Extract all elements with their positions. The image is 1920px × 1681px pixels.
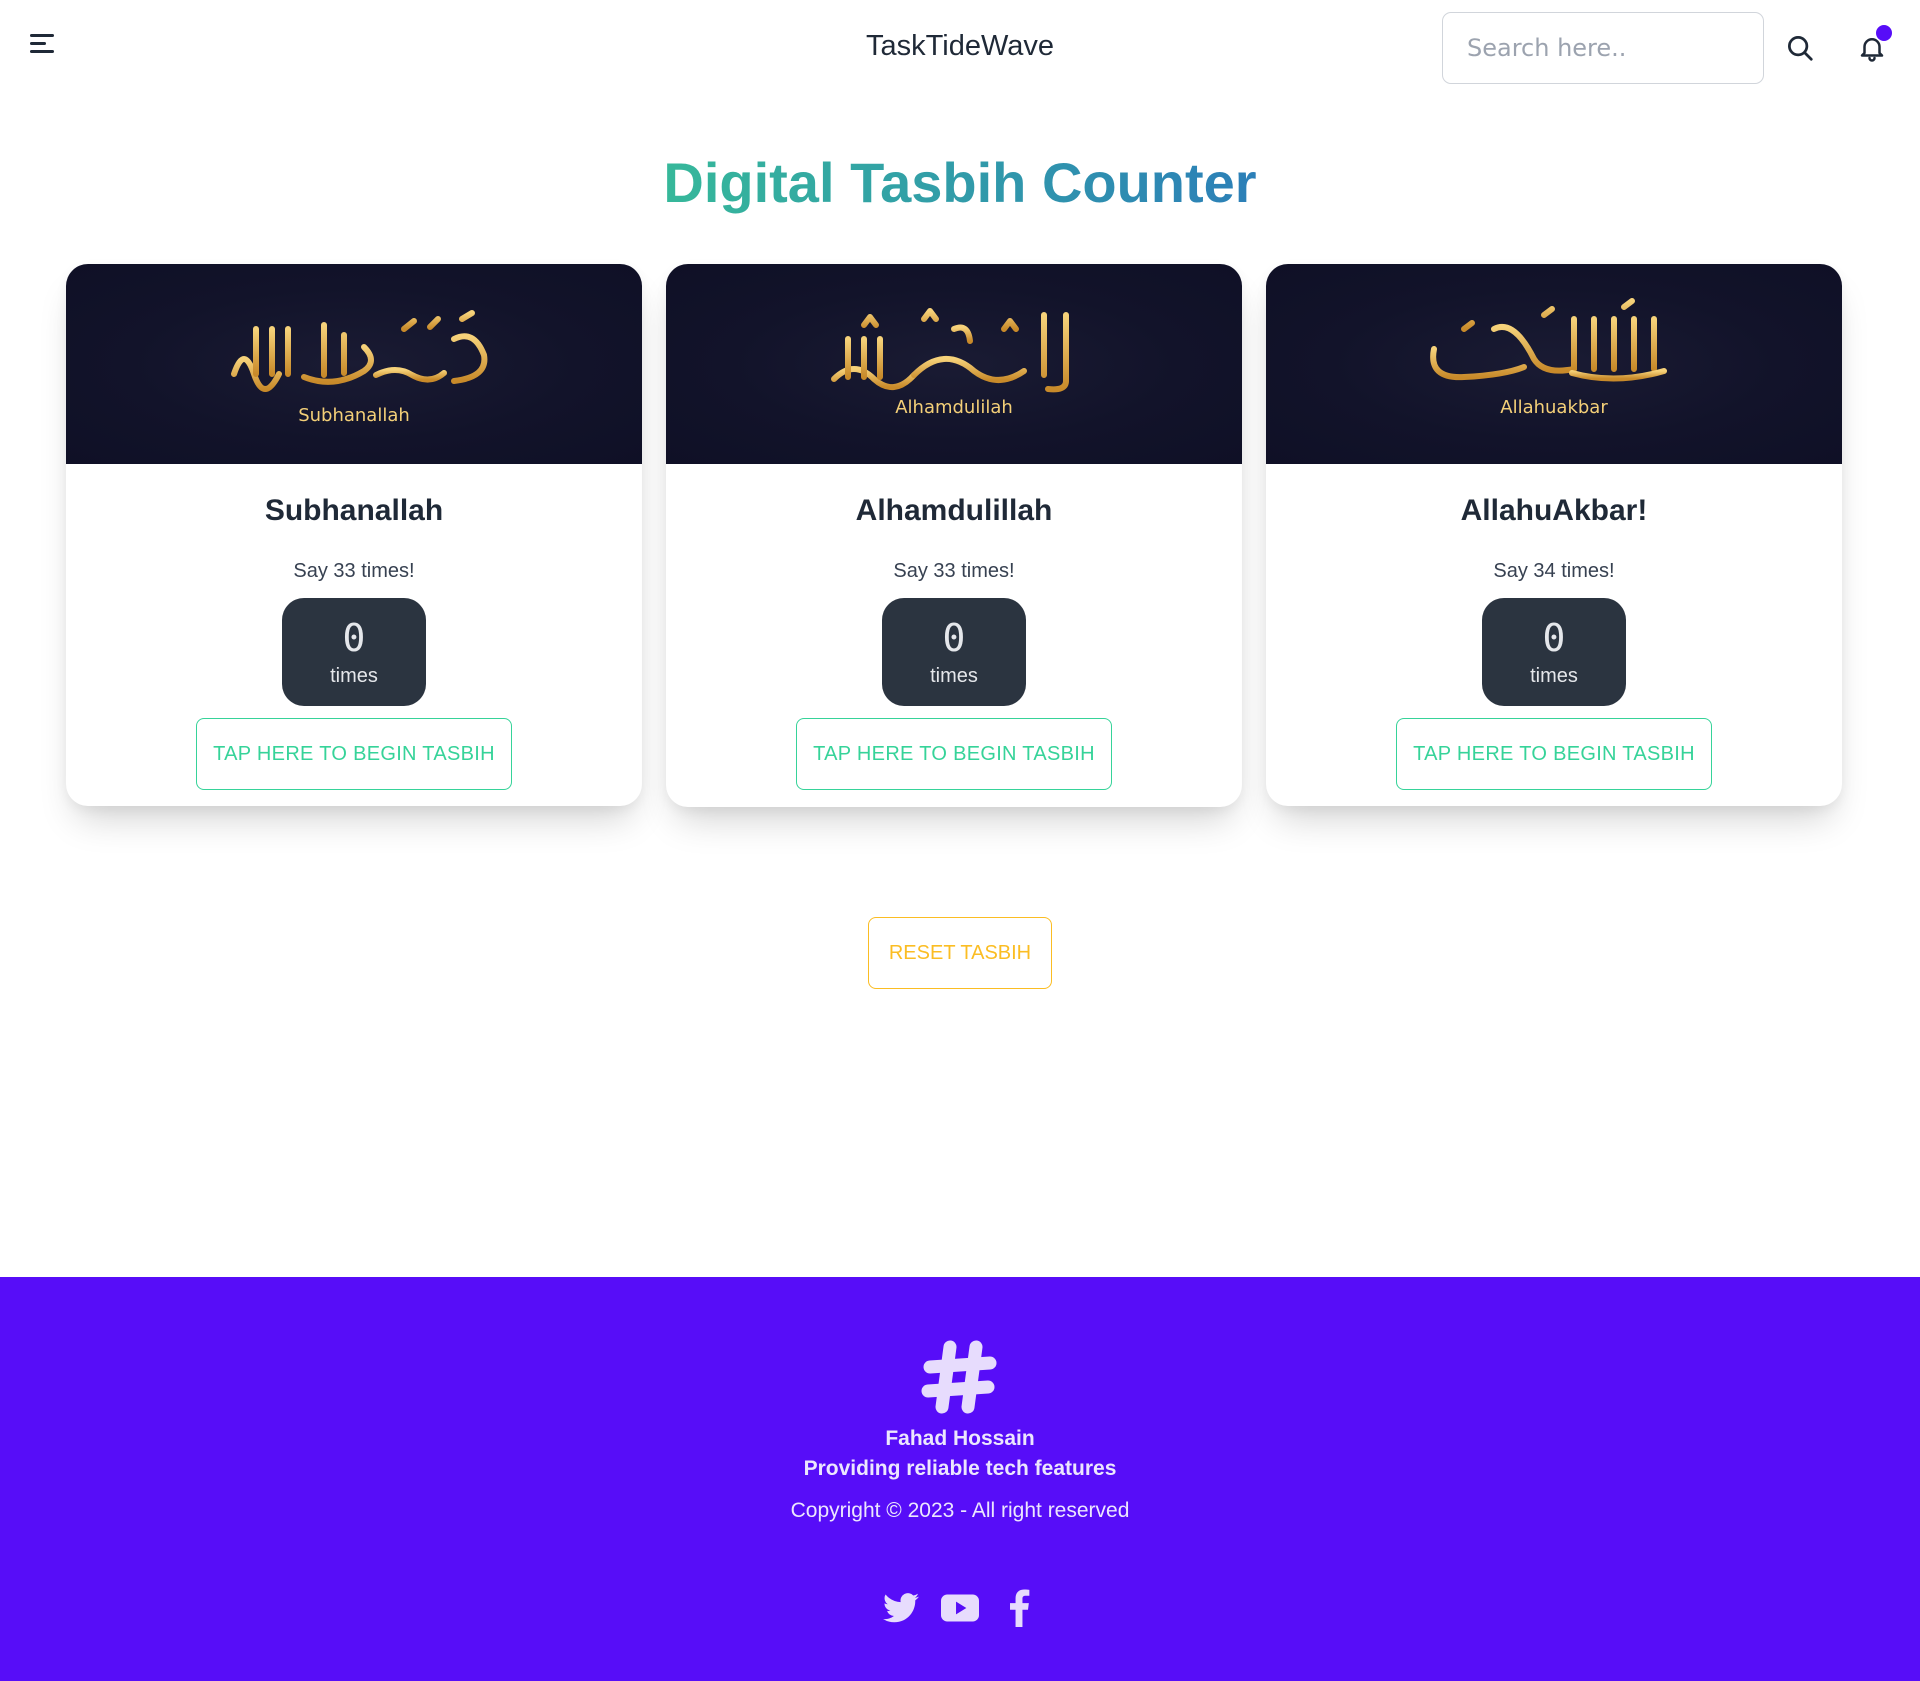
reset-tasbih-button[interactable]: RESET TASBIH bbox=[868, 917, 1052, 989]
notifications-button[interactable] bbox=[1844, 20, 1900, 76]
card-title: Subhanallah bbox=[264, 494, 444, 527]
tasbih-counter: 0 times bbox=[1482, 598, 1626, 706]
facebook-link[interactable] bbox=[998, 1587, 1040, 1629]
footer-copyright: Copyright © 2023 - All right reserved bbox=[790, 1499, 1130, 1522]
counter-value: 0 bbox=[1542, 616, 1566, 660]
search-icon bbox=[1788, 36, 1813, 61]
counter-label: times bbox=[930, 665, 978, 687]
tasbih-card-alhamdulillah: Alhamdulilah Alhamdulillah Say 33 times!… bbox=[666, 264, 1242, 807]
youtube-icon bbox=[941, 1594, 979, 1622]
hamburger-menu-icon[interactable] bbox=[30, 34, 66, 64]
notification-badge bbox=[1876, 25, 1892, 41]
footer-author-name: Fahad Hossain bbox=[885, 1427, 1035, 1450]
tasbih-counter: 0 times bbox=[282, 598, 426, 706]
tasbih-card-subhanallah: Subhanallah Subhanallah Say 33 times! 0 … bbox=[66, 264, 642, 806]
counter-label: times bbox=[1530, 665, 1578, 687]
navbar: TaskTideWave bbox=[0, 0, 1920, 100]
facebook-icon bbox=[1010, 1589, 1030, 1627]
twitter-icon bbox=[883, 1593, 919, 1623]
begin-tasbih-button[interactable]: TAP HERE TO BEGIN TASBIH bbox=[1396, 718, 1712, 790]
youtube-link[interactable] bbox=[939, 1587, 981, 1629]
counter-value: 0 bbox=[342, 616, 366, 660]
tasbih-counter: 0 times bbox=[882, 598, 1026, 706]
footer-tagline: Providing reliable tech features bbox=[803, 1457, 1117, 1480]
begin-tasbih-button[interactable]: TAP HERE TO BEGIN TASBIH bbox=[796, 718, 1112, 790]
alhamdulillah-calligraphy-image: Alhamdulilah bbox=[831, 308, 1069, 418]
twitter-link[interactable] bbox=[880, 1587, 922, 1629]
search-button[interactable] bbox=[1772, 20, 1828, 76]
slack-hash-logo-icon bbox=[921, 1340, 997, 1414]
search-input[interactable] bbox=[1442, 12, 1764, 84]
subhanallah-calligraphy-image: Subhanallah bbox=[231, 310, 488, 426]
card-banner-image: Allahuakbar bbox=[1266, 264, 1842, 464]
card-banner-image: Alhamdulilah bbox=[666, 264, 1242, 464]
card-banner-caption: Alhamdulilah bbox=[895, 397, 1013, 418]
card-title: Alhamdulillah bbox=[855, 494, 1053, 527]
card-banner-caption: Subhanallah bbox=[298, 405, 410, 426]
footer: Fahad Hossain Providing reliable tech fe… bbox=[0, 1277, 1920, 1681]
begin-tasbih-button[interactable]: TAP HERE TO BEGIN TASBIH bbox=[196, 718, 512, 790]
card-instruction: Say 33 times! bbox=[293, 560, 415, 582]
card-banner-caption: Allahuakbar bbox=[1500, 397, 1608, 418]
social-links bbox=[880, 1583, 1040, 1633]
brand-title[interactable]: TaskTideWave bbox=[866, 30, 1054, 62]
page-title: Digital Tasbih Counter bbox=[663, 151, 1257, 214]
card-title: AllahuAkbar! bbox=[1460, 494, 1648, 527]
card-banner-image: Subhanallah bbox=[66, 264, 642, 464]
counter-value: 0 bbox=[942, 616, 966, 660]
page-title-wrapper: Digital Tasbih Counter bbox=[0, 150, 1920, 215]
allahuakbar-calligraphy-image: Allahuakbar bbox=[1430, 298, 1667, 418]
card-instruction: Say 34 times! bbox=[1493, 560, 1615, 582]
counter-label: times bbox=[330, 665, 378, 687]
tasbih-card-allahuakbar: Allahuakbar AllahuAkbar! Say 34 times! 0… bbox=[1266, 264, 1842, 806]
card-instruction: Say 33 times! bbox=[893, 560, 1015, 582]
